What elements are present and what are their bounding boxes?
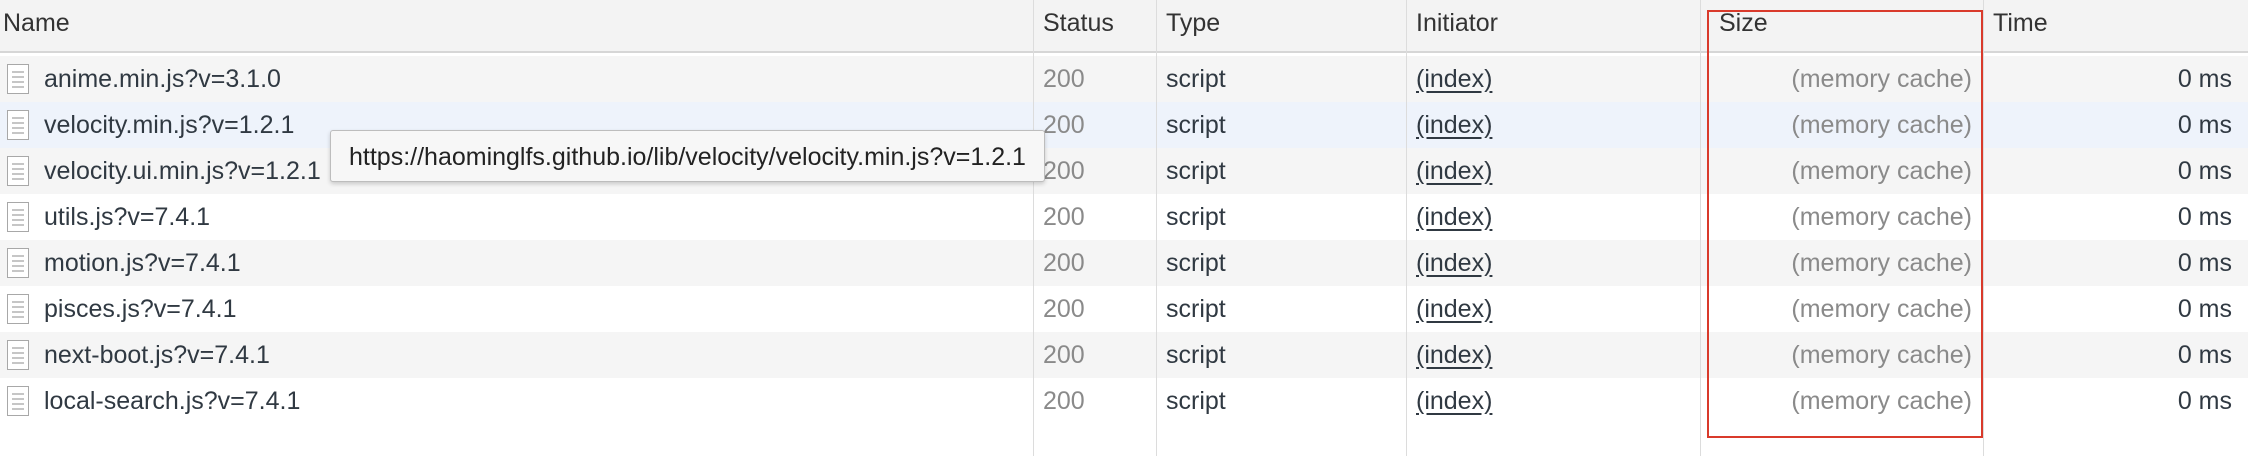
document-file-icon [7, 64, 29, 94]
request-name: local-search.js?v=7.4.1 [44, 387, 301, 415]
initiator-link[interactable]: (index) [1416, 194, 1492, 240]
column-header-name[interactable]: Name [0, 0, 70, 51]
request-type: script [1166, 295, 1226, 323]
document-file-icon [7, 110, 29, 140]
column-header-time[interactable]: Time [1990, 0, 2048, 51]
request-type: script [1166, 157, 1226, 185]
request-time: 0 ms [2177, 157, 2232, 185]
request-type: script [1166, 249, 1226, 277]
column-divider[interactable] [1406, 0, 1407, 456]
request-type: script [1166, 387, 1226, 415]
request-status: 200 [1043, 203, 1085, 231]
initiator-link[interactable]: (index) [1416, 102, 1492, 148]
initiator-link[interactable]: (index) [1416, 148, 1492, 194]
request-status: 200 [1043, 341, 1085, 369]
request-time: 0 ms [2177, 203, 2232, 231]
request-type: script [1166, 65, 1226, 93]
request-status: 200 [1043, 249, 1085, 277]
column-divider[interactable] [1700, 0, 1701, 456]
request-name: velocity.min.js?v=1.2.1 [44, 111, 295, 139]
document-file-icon [7, 202, 29, 232]
request-status: 200 [1043, 65, 1085, 93]
column-header-status[interactable]: Status [1040, 0, 1114, 51]
initiator-link[interactable]: (index) [1416, 286, 1492, 332]
document-file-icon [7, 248, 29, 278]
request-status: 200 [1043, 295, 1085, 323]
request-name: utils.js?v=7.4.1 [44, 203, 211, 231]
document-file-icon [7, 340, 29, 370]
initiator-link[interactable]: (index) [1416, 332, 1492, 378]
document-file-icon [7, 156, 29, 186]
request-time: 0 ms [2177, 387, 2232, 415]
url-tooltip: https://haominglfs.github.io/lib/velocit… [330, 130, 1045, 182]
request-status: 200 [1043, 387, 1085, 415]
document-file-icon [7, 294, 29, 324]
request-type: script [1166, 341, 1226, 369]
size-column-highlight-box [1707, 10, 1983, 438]
document-file-icon [7, 386, 29, 416]
column-divider[interactable] [1156, 0, 1157, 456]
request-name: pisces.js?v=7.4.1 [44, 295, 237, 323]
column-divider[interactable] [1983, 0, 1984, 456]
column-header-type[interactable]: Type [1163, 0, 1220, 51]
initiator-link[interactable]: (index) [1416, 240, 1492, 286]
request-time: 0 ms [2177, 295, 2232, 323]
request-time: 0 ms [2177, 111, 2232, 139]
initiator-link[interactable]: (index) [1416, 56, 1492, 102]
request-name: anime.min.js?v=3.1.0 [44, 65, 281, 93]
request-time: 0 ms [2177, 65, 2232, 93]
request-status: 200 [1043, 111, 1085, 139]
request-name: motion.js?v=7.4.1 [44, 249, 241, 277]
network-panel: Name Status Type Initiator Size Time ani… [0, 0, 2248, 456]
request-type: script [1166, 111, 1226, 139]
request-time: 0 ms [2177, 249, 2232, 277]
request-time: 0 ms [2177, 341, 2232, 369]
column-divider[interactable] [1033, 0, 1034, 456]
request-name: next-boot.js?v=7.4.1 [44, 341, 270, 369]
request-status: 200 [1043, 157, 1085, 185]
initiator-link[interactable]: (index) [1416, 378, 1492, 424]
request-name: velocity.ui.min.js?v=1.2.1 [44, 157, 321, 185]
request-type: script [1166, 203, 1226, 231]
column-header-initiator[interactable]: Initiator [1413, 0, 1498, 51]
